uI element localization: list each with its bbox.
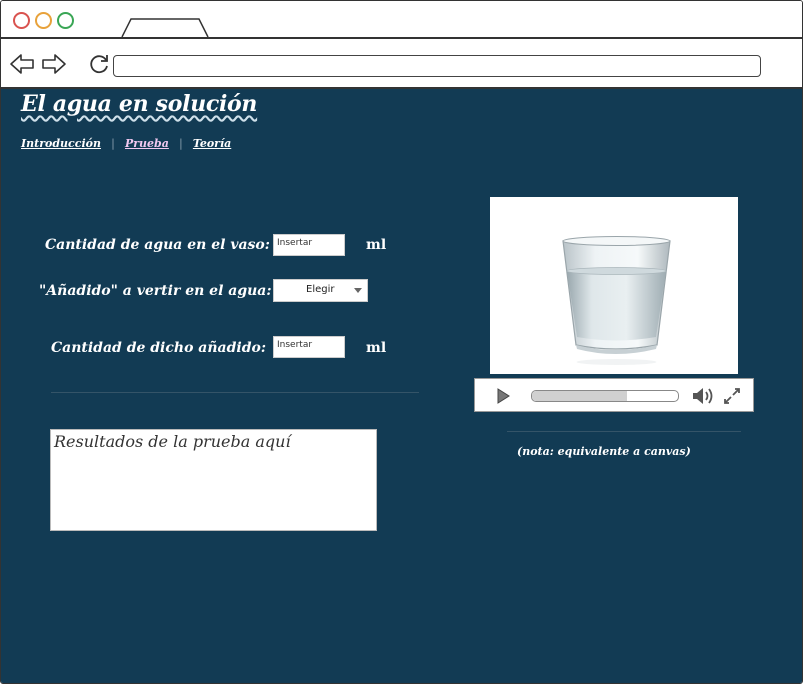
play-icon[interactable] (495, 387, 511, 405)
fullscreen-icon[interactable] (722, 386, 742, 406)
nav-link-prueba[interactable]: Prueba (125, 137, 169, 150)
water-amount-unit: ml (366, 237, 387, 253)
additive-select[interactable]: Elegir (273, 279, 368, 302)
media-controls (474, 378, 754, 412)
page-title: El agua en solución (21, 91, 258, 117)
nav-link-teoria[interactable]: Teoría (193, 137, 231, 150)
reload-icon[interactable] (87, 52, 111, 76)
additive-amount-input[interactable]: Insertar (273, 336, 345, 358)
water-amount-input[interactable]: Insertar (273, 234, 345, 256)
nav-separator: | (110, 137, 115, 150)
nav-link-introduccion[interactable]: Introducción (21, 137, 101, 150)
browser-titlebar (1, 1, 802, 39)
volume-icon[interactable] (691, 385, 717, 407)
close-window-button[interactable] (13, 12, 30, 29)
form-divider (51, 392, 419, 393)
video-player[interactable] (490, 197, 738, 374)
additive-amount-unit: ml (366, 340, 387, 356)
url-field[interactable] (113, 55, 761, 77)
browser-toolbar (1, 39, 802, 89)
back-arrow-icon[interactable] (9, 53, 35, 75)
maximize-window-button[interactable] (57, 12, 74, 29)
additive-label: "Añadido" a vertir en el agua: (39, 283, 272, 299)
browser-tab[interactable] (121, 18, 211, 37)
nav-separator: | (178, 137, 183, 150)
additive-amount-label: Cantidad de dicho añadido: (51, 340, 267, 356)
additive-select-value: Elegir (306, 284, 335, 295)
minimize-window-button[interactable] (35, 12, 52, 29)
media-divider (507, 431, 741, 432)
browser-window: El agua en solución Introducción | Prueba |… (0, 0, 803, 684)
water-amount-label: Cantidad de agua en el vaso: (45, 237, 270, 253)
page-content: El agua en solución Introducción | Prueba |… (1, 89, 802, 683)
media-progress-fill (532, 391, 627, 401)
chevron-down-icon (354, 288, 362, 293)
results-textarea[interactable]: Resultados de la prueba aquí (50, 429, 377, 531)
canvas-note: (nota: equivalente a canvas) (517, 445, 691, 458)
main-nav: Introducción | Prueba | Teoría (21, 137, 231, 150)
forward-arrow-icon[interactable] (41, 53, 67, 75)
media-progress-bar[interactable] (531, 390, 679, 402)
glass-of-water-image (562, 236, 671, 365)
